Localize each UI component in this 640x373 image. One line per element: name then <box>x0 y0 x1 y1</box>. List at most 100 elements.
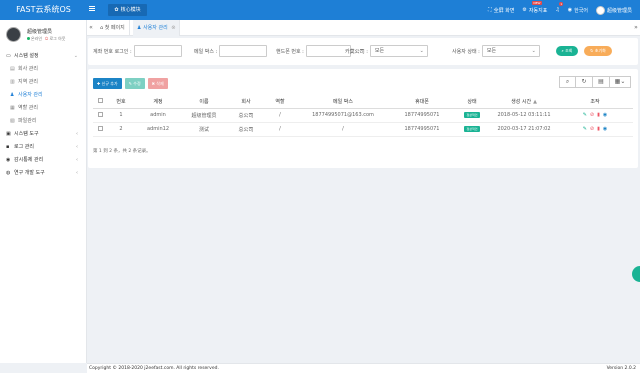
checkbox-icon <box>97 111 103 117</box>
tab-label: 첫 페이지 <box>104 25 125 31</box>
app-brand[interactable]: FAST云系统OS <box>0 0 87 20</box>
sidebar-item-users[interactable]: ♟ 사용자 관리 <box>0 89 86 102</box>
bell-icon: ♫ <box>555 7 560 13</box>
table-row[interactable]: 2 admin12 测试 总公司 / / 18774995071 정상적인 20… <box>93 122 633 137</box>
delete-user-button[interactable]: ✖ 삭제 <box>147 78 168 89</box>
notifications-button[interactable]: ⚙ 자동지표 NEW <box>522 0 547 14</box>
avatar <box>595 5 605 15</box>
top-right-tools: ⛶ 全屏 화면 ⚙ 자동지표 NEW ♫ 1 ◉ 한국어 超级管理员 <box>488 0 632 20</box>
company-select[interactable]: 모든 ⌄ <box>369 45 428 57</box>
disable-icon[interactable]: ⊘ <box>590 112 594 118</box>
globe-icon: ◉ <box>567 7 573 13</box>
new-badge: NEW <box>532 0 542 5</box>
disable-icon[interactable]: ⊘ <box>590 126 594 132</box>
sidebar-item-label: 시스템 설정 <box>14 53 39 59</box>
toggle-view-button[interactable]: ▤ <box>593 76 610 88</box>
tab-label: 사용자 관리 <box>143 25 168 31</box>
column-header[interactable]: 휴대폰 <box>391 96 453 109</box>
sidebar-item-files[interactable]: ▧ 파일관리 <box>0 115 86 128</box>
avatar[interactable] <box>6 27 21 42</box>
tab-home[interactable]: ⌂ 첫 페이지 <box>96 20 130 36</box>
edit-user-button[interactable]: ✎ 수정 <box>124 78 145 89</box>
sidebar-item-log-management[interactable]: ▪ 로그 관리 ‹ <box>0 141 86 154</box>
phone-filter-label: 핸드폰 번호 : <box>276 48 304 55</box>
user-icon: ♟ <box>10 92 15 98</box>
column-header[interactable]: 이름 <box>181 96 227 109</box>
cell-role: / <box>265 122 295 137</box>
search-button[interactable]: ⌕ 조회 <box>556 46 578 56</box>
add-button-label: 신규 추가 <box>101 81 118 86</box>
chevron-left-icon: ‹ <box>76 144 78 150</box>
email-input[interactable] <box>219 45 268 57</box>
tab-scroll-left-button[interactable]: « <box>87 20 95 36</box>
cell-email: 18774995071@163.com <box>295 108 391 123</box>
module-tab-core[interactable]: ✿ 核心模块 <box>108 4 147 16</box>
close-icon[interactable]: ⊗ <box>171 25 175 31</box>
language-button[interactable]: ◉ 한국어 <box>568 7 588 14</box>
sidebar-item-system-settings[interactable]: ▭ 시스템 설정 ⌄ <box>0 50 86 63</box>
column-header[interactable]: 역할 <box>265 96 295 109</box>
user-menu-button[interactable]: 超级管理员 <box>595 5 632 15</box>
row-checkbox[interactable] <box>93 122 107 137</box>
refresh-button[interactable]: ↻ <box>576 76 593 88</box>
chevron-left-icon: ‹ <box>76 131 78 137</box>
table-row[interactable]: 1 admin 超级管理员 总公司 / 18774995071@163.com … <box>93 108 633 123</box>
user-panel: 超级管理员 온라인 ⏻ 로그 아웃 <box>0 20 86 50</box>
search-icon: ⌕ <box>565 78 570 85</box>
column-header[interactable]: 상태 <box>453 96 491 109</box>
column-header: 조작 <box>557 96 633 109</box>
sidebar-item-label: 로그 관리 <box>14 144 34 150</box>
edit-icon[interactable]: ✎ <box>583 126 587 132</box>
column-header-created[interactable]: 생성 시간 ▲ <box>491 96 557 109</box>
select-all-checkbox[interactable] <box>93 96 107 109</box>
chevron-down-icon: ⌄ <box>419 48 424 54</box>
cell-company: 总公司 <box>227 122 265 137</box>
cell-company: 总公司 <box>227 108 265 123</box>
account-input[interactable] <box>133 45 182 57</box>
sidebar-item-label: 연구 개발 도구 <box>14 170 45 176</box>
sidebar-item-label: 회사 관리 <box>18 66 38 72</box>
cell-no: 1 <box>107 108 135 123</box>
columns-button[interactable]: ▦⌄ <box>610 76 631 88</box>
messages-button[interactable]: ♫ 1 <box>555 2 564 13</box>
sidebar-item-system-tools[interactable]: ▣ 시스템 도구 ‹ <box>0 128 86 141</box>
column-header[interactable]: 메일 박스 <box>295 96 391 109</box>
more-icon[interactable]: ◉ <box>603 126 607 132</box>
reset-button[interactable]: ↻ 초기화 <box>584 46 612 56</box>
tab-user-management[interactable]: ♟ 사용자 관리 ⊗ <box>133 20 181 36</box>
user-name: 超级管理员 <box>27 29 53 35</box>
sidebar-item-monitoring[interactable]: ◉ 감시통제 관리 ‹ <box>0 154 86 167</box>
checkbox-icon <box>97 98 103 104</box>
email-filter-label: 메일 박스 : <box>194 48 218 55</box>
top-navbar: FAST云系统OS ✿ 核心模块 ⛶ 全屏 화면 ⚙ 자동지표 NEW ♫ 1 … <box>0 0 640 20</box>
status-select[interactable]: 모든 ⌄ <box>481 45 540 57</box>
tab-scroll-right-button[interactable]: » <box>632 20 640 36</box>
map-icon: ▥ <box>10 79 15 85</box>
add-user-button[interactable]: ✚ 신규 추가 <box>93 78 122 89</box>
sidebar-item-label: 사용자 관리 <box>18 92 43 98</box>
edit-icon[interactable]: ✎ <box>583 112 587 118</box>
column-header[interactable]: 회사 <box>227 96 265 109</box>
bell-icon: ⚙ <box>522 7 527 13</box>
cell-actions: ✎ ⊘ ▮ ◉ <box>557 108 633 123</box>
cell-status: 정상적인 <box>453 122 491 137</box>
sidebar-item-roles[interactable]: ▦ 역할 관리 <box>0 102 86 115</box>
row-checkbox[interactable] <box>93 108 107 123</box>
trash-icon[interactable]: ▮ <box>597 112 600 118</box>
sidebar-item-company[interactable]: ▤ 회사 관리 <box>0 63 86 76</box>
table-tools: ⌕ ↻ ▤ ▦⌄ <box>559 76 631 88</box>
sidebar-item-dev-tools[interactable]: ◍ 연구 개발 도구 ‹ <box>0 167 86 180</box>
trash-icon[interactable]: ▮ <box>597 126 600 132</box>
sidebar-item-region[interactable]: ▥ 지역 관리 <box>0 76 86 89</box>
logout-link[interactable]: ⏻ 로그 아웃 <box>45 36 65 42</box>
side-float-button[interactable] <box>632 266 640 282</box>
menu-toggle-icon[interactable] <box>89 6 95 12</box>
column-header[interactable]: 계정 <box>135 96 181 109</box>
fullscreen-button[interactable]: ⛶ 全屏 화면 <box>488 7 514 14</box>
status-filter-label: 사용자 상태 : <box>452 48 480 55</box>
more-icon[interactable]: ◉ <box>603 112 607 118</box>
company-filter: 카莫公司 : 모든 ⌄ <box>345 45 428 57</box>
refresh-icon: ↻ <box>590 48 594 53</box>
search-toggle-button[interactable]: ⌕ <box>559 76 576 88</box>
column-header[interactable]: 번호 <box>107 96 135 109</box>
